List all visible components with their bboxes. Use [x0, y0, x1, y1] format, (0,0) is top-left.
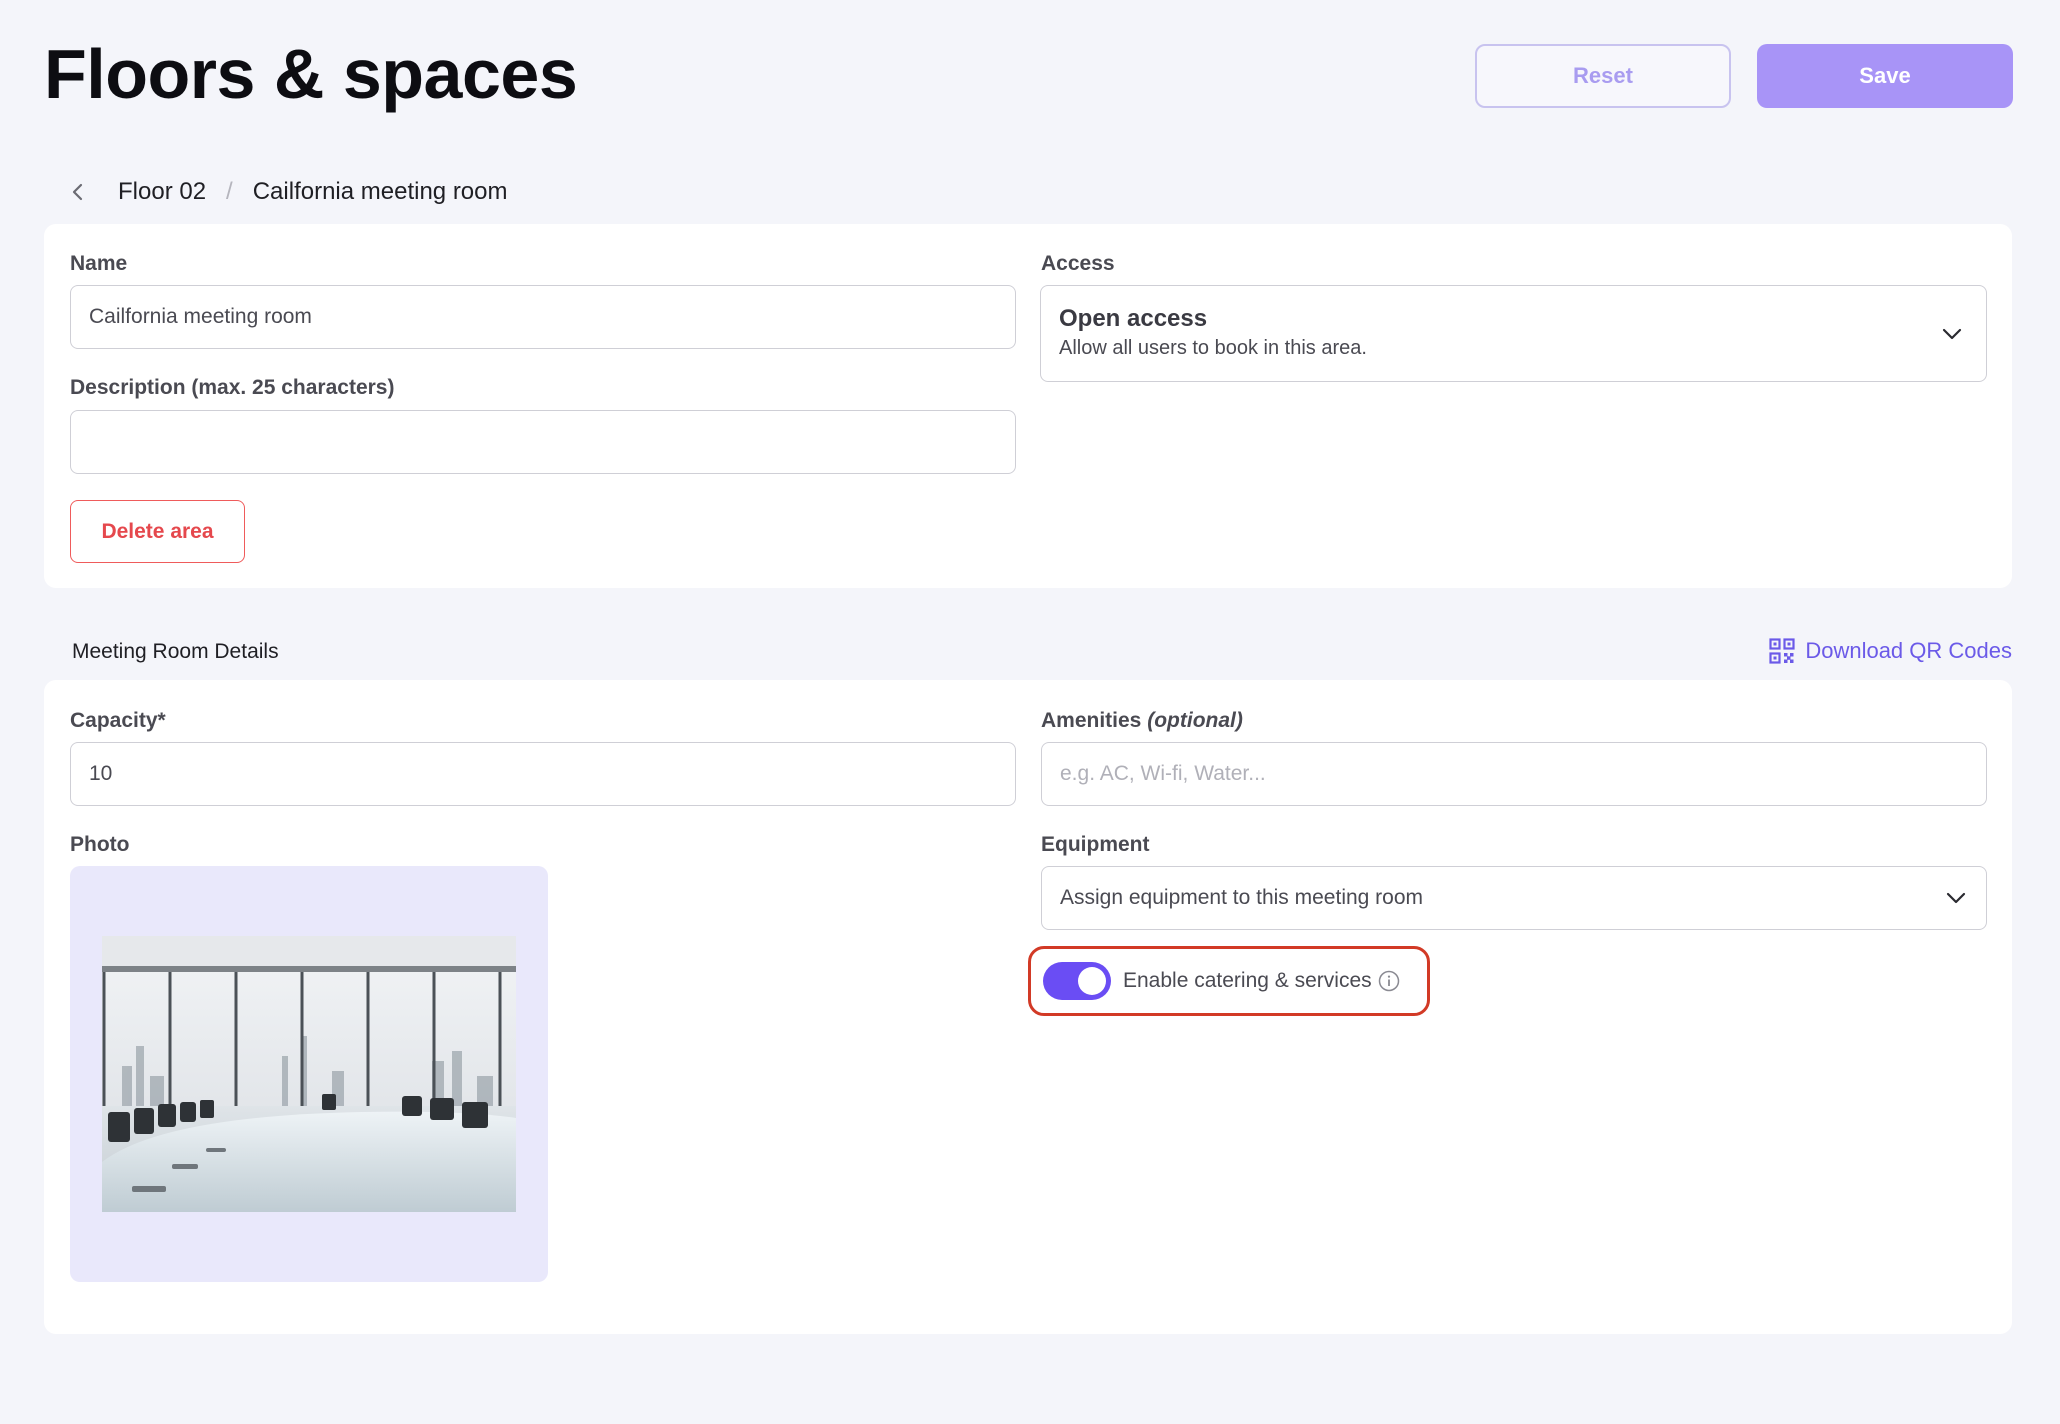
amenities-input[interactable]: e.g. AC, Wi-fi, Water...: [1041, 742, 1987, 806]
amenities-optional-text: (optional): [1147, 709, 1243, 732]
equipment-label: Equipment: [1041, 833, 1150, 856]
breadcrumb-separator: /: [226, 178, 233, 205]
save-button[interactable]: Save: [1757, 44, 2013, 108]
description-label: Description (max. 25 characters): [70, 376, 395, 399]
photo-label: Photo: [70, 833, 130, 856]
access-subtitle: Allow all users to book in this area.: [1059, 337, 1367, 359]
breadcrumb-item-floor[interactable]: Floor 02: [118, 178, 206, 206]
chevron-left-icon[interactable]: [68, 182, 88, 202]
description-input[interactable]: [70, 410, 1016, 474]
breadcrumb-item-room: Cailfornia meeting room: [252, 178, 508, 205]
area-settings-card: [44, 224, 2012, 588]
amenities-label: Amenities (optional): [1041, 709, 1243, 733]
access-select[interactable]: Open access Allow all users to book in t…: [1040, 285, 1987, 382]
meeting-room-photo: [102, 936, 516, 1212]
reset-button[interactable]: Reset: [1475, 44, 1731, 108]
toggle-knob: [1078, 967, 1106, 995]
amenities-label-text: Amenities: [1041, 709, 1142, 732]
capacity-input[interactable]: 10: [70, 742, 1016, 806]
delete-area-button[interactable]: Delete area: [70, 500, 245, 563]
name-input[interactable]: Cailfornia meeting room: [70, 285, 1016, 349]
access-label: Access: [1041, 252, 1115, 275]
catering-toggle-highlight: Enable catering & services: [1028, 946, 1430, 1016]
equipment-select[interactable]: Assign equipment to this meeting room: [1041, 866, 1987, 930]
catering-toggle-label: Enable catering & services: [1123, 969, 1372, 992]
chevron-down-icon: [1940, 322, 1964, 346]
chevron-down-icon: [1944, 886, 1968, 910]
download-qr-link[interactable]: Download QR Codes: [1769, 638, 2012, 664]
section-title: Meeting Room Details: [72, 640, 279, 663]
info-icon[interactable]: [1378, 970, 1400, 992]
qr-code-icon: [1769, 638, 1795, 664]
capacity-label: Capacity*: [70, 709, 166, 732]
photo-upload-area[interactable]: [70, 866, 548, 1282]
equipment-select-value: Assign equipment to this meeting room: [1060, 886, 1424, 909]
download-qr-label: Download QR Codes: [1805, 638, 2012, 663]
name-label: Name: [70, 252, 128, 275]
access-title: Open access: [1059, 305, 1208, 332]
catering-toggle[interactable]: [1043, 962, 1111, 1000]
page-title: Floors & spaces: [44, 35, 578, 113]
breadcrumb: Floor 02 / Cailfornia meeting room: [68, 174, 508, 210]
